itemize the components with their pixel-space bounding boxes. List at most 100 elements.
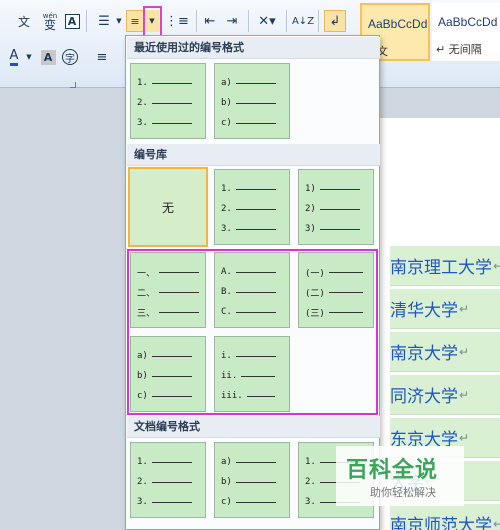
character-box-button[interactable]: A: [62, 10, 82, 32]
numbering-marker: 3.: [305, 497, 316, 507]
numbering-marker: a): [137, 351, 148, 361]
numbering-button[interactable]: ≡: [126, 10, 144, 32]
numbering-marker: 2.: [221, 204, 232, 214]
placeholder-rule: [235, 481, 276, 483]
placeholder-rule: [151, 122, 192, 124]
a-box-icon: A: [64, 13, 80, 29]
numbering-format-tile[interactable]: 一、 二、 三、: [130, 252, 206, 328]
numbering-format-line: 3.: [137, 495, 192, 509]
bullets-button[interactable]: ☰: [92, 10, 116, 32]
document-line[interactable]: 清华大学 ↵: [390, 289, 500, 329]
numbering-format-tile[interactable]: 1. 2. 3.: [214, 169, 290, 245]
numbering-none-tile[interactable]: 无: [128, 167, 208, 247]
placeholder-rule: [241, 375, 276, 377]
document-line[interactable]: 同济大学 ↵: [390, 375, 500, 415]
numbering-marker: B.: [221, 287, 232, 297]
style-label: ↵ 无间隔: [436, 43, 482, 56]
enclose-characters-icon: 字: [62, 49, 78, 65]
document-line[interactable]: 南京理工大学↵: [390, 246, 500, 286]
numbering-format-line: 2.: [221, 202, 276, 216]
align-left-button[interactable]: ≡: [92, 46, 112, 68]
numbering-format-tile[interactable]: 1) 2) 3): [298, 169, 374, 245]
watermark-title: 百科全说: [346, 458, 439, 483]
placeholder-rule: [235, 208, 276, 210]
numbering-marker: 三、: [137, 308, 156, 319]
numbering-format-tile[interactable]: (一) (二) (三): [298, 252, 374, 328]
placeholder-rule: [159, 291, 200, 293]
numbering-marker: (一): [305, 268, 325, 279]
character-shading-button[interactable]: A: [38, 46, 58, 68]
numbering-library-header: 编号库: [127, 144, 380, 166]
placeholder-rule: [328, 291, 363, 293]
numbering-marker: 1.: [137, 457, 148, 467]
numbering-format-tile[interactable]: a) b) c): [130, 336, 206, 412]
numbering-format-tile[interactable]: a) b) c): [214, 442, 290, 518]
placeholder-rule: [151, 395, 192, 397]
numbering-format-tile[interactable]: i. ii. iii.: [214, 336, 290, 412]
enclose-characters-button[interactable]: 字: [60, 46, 80, 68]
placeholder-rule: [235, 311, 276, 313]
numbering-format-line: B.: [221, 285, 276, 299]
font-color-dropdown[interactable]: ▼: [24, 46, 34, 68]
numbering-format-line: 3.: [221, 222, 276, 236]
divider: [248, 10, 249, 32]
show-hide-marks-button[interactable]: ↲: [324, 10, 346, 32]
paragraph-mark-icon: ↵: [493, 517, 500, 530]
phonetic-guide-button[interactable]: 文: [12, 10, 36, 32]
numbering-marker: 2.: [137, 477, 148, 487]
numbering-marker: a): [221, 78, 232, 88]
style-no-spacing[interactable]: AaBbCcDd ↵ 无间隔: [432, 3, 500, 61]
numbering-format-line: a): [221, 455, 276, 469]
numbering-format-line: ii.: [221, 369, 276, 383]
numbering-format-tile[interactable]: 1. 2. 3.: [130, 63, 206, 139]
numbering-format-tile[interactable]: A. B. C.: [214, 252, 290, 328]
bullets-dropdown-arrow[interactable]: ▼: [114, 10, 124, 32]
numbering-marker: a): [221, 457, 232, 467]
character-border-button[interactable]: wén 变: [38, 10, 62, 32]
numbering-format-line: (二): [305, 285, 363, 299]
sort-button[interactable]: A↓Z: [292, 10, 314, 32]
style-sample: AaBbCcDd: [368, 17, 428, 31]
document-line[interactable]: 南京师范大学↵: [390, 504, 500, 530]
chevron-down-icon: ▼: [116, 17, 122, 25]
numbering-marker: iii.: [221, 391, 243, 401]
styles-gallery: AaBbCcDd 正文 AaBbCcDd ↵ 无间隔: [360, 3, 500, 61]
numbering-marker: i.: [221, 351, 232, 361]
numbering-marker: A.: [221, 267, 232, 277]
numbering-format-line: a): [137, 349, 192, 363]
numbering-format-line: 3): [305, 222, 360, 236]
placeholder-rule: [159, 271, 200, 273]
chinese-layout-icon: ✕▾: [258, 13, 276, 29]
numbering-format-line: c): [137, 389, 192, 403]
numbering-format-line: 2): [305, 202, 360, 216]
chinese-layout-button[interactable]: ✕▾: [254, 10, 280, 32]
numbering-format-line: 3.: [137, 116, 192, 130]
numbering-format-tile[interactable]: a) b) c): [214, 63, 290, 139]
paragraph-mark-icon: ↲: [329, 13, 341, 29]
recent-formats-header: 最近使用过的编号格式: [127, 37, 380, 59]
multilevel-list-button[interactable]: ⋮≡: [164, 10, 190, 32]
numbering-marker: 1.: [221, 184, 232, 194]
numbering-format-line: 二、: [137, 285, 200, 299]
numbering-format-line: b): [221, 96, 276, 110]
align-left-icon: ≡: [96, 49, 108, 65]
font-color-button[interactable]: A: [4, 46, 24, 68]
numbering-format-tile[interactable]: 1. 2. 3.: [130, 442, 206, 518]
placeholder-rule: [328, 271, 363, 273]
numbering-marker: 3): [305, 224, 316, 234]
document-line[interactable]: 南京大学 ↵: [390, 332, 500, 372]
numbering-format-line: C.: [221, 305, 276, 319]
increase-indent-button[interactable]: ⇥: [222, 10, 242, 32]
divider: [196, 10, 197, 32]
numbering-marker: 3.: [221, 224, 232, 234]
numbering-format-line: b): [137, 369, 192, 383]
numbering-marker: C.: [221, 307, 232, 317]
divider: [286, 10, 287, 32]
multilevel-list-icon: ⋮≡: [165, 13, 189, 29]
numbering-marker: c): [221, 497, 232, 507]
decrease-indent-button[interactable]: ⇤: [200, 10, 220, 32]
placeholder-rule: [235, 291, 276, 293]
paragraph-mark-icon: ↵: [459, 301, 470, 316]
numbering-format-line: (一): [305, 265, 363, 279]
document-line-text: 南京理工大学: [390, 258, 492, 278]
